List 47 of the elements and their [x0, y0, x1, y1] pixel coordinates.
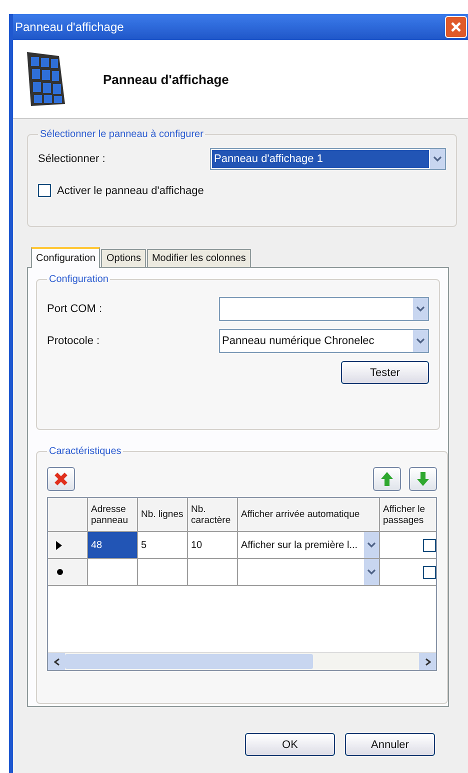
table-cell: [188, 559, 238, 586]
column-header[interactable]: Afficher le passages: [380, 498, 436, 532]
dialog-button[interactable]: Annuler: [345, 733, 435, 756]
tab[interactable]: Modifier les colonnes: [146, 249, 251, 267]
select-label: Sélectionner :: [38, 153, 106, 165]
row-header-cell[interactable]: [48, 532, 88, 559]
cell-dropdown[interactable]: Afficher sur la première l...: [238, 532, 380, 559]
cell-dropdown[interactable]: [238, 559, 380, 586]
port-dropdown[interactable]: [219, 297, 429, 321]
column-header[interactable]: Afficher arrivée automatique: [238, 498, 380, 532]
cell-checkbox[interactable]: [423, 538, 436, 552]
panel-dropdown[interactable]: Panneau d'affichage 1: [210, 148, 446, 170]
tab[interactable]: Configuration: [31, 247, 100, 268]
delete-button[interactable]: [47, 467, 75, 491]
group-legend: Sélectionner le panneau à configurer: [38, 129, 206, 140]
header-title: Panneau d'affichage: [103, 72, 229, 86]
delete-icon: [53, 471, 69, 487]
up-arrow-icon: [380, 471, 394, 487]
activate-checkbox[interactable]: [38, 184, 51, 197]
row-header-cell[interactable]: [48, 559, 88, 586]
test-button[interactable]: Tester: [341, 361, 429, 384]
current-row-icon: [56, 540, 62, 550]
table-cell: [138, 559, 188, 586]
column-header[interactable]: Nb. lignes: [138, 498, 188, 532]
close-icon: [450, 21, 462, 33]
new-row-icon: [56, 568, 64, 576]
checkbox-label: Activer le panneau d'affichage: [57, 184, 204, 196]
protocol-dropdown[interactable]: Panneau numérique Chronelec: [219, 329, 429, 353]
table-cell: 5: [138, 532, 188, 559]
scroll-right-icon[interactable]: [424, 658, 430, 666]
column-header[interactable]: Nb. caractère: [188, 498, 238, 532]
port-label: Port COM :: [47, 303, 104, 315]
horizontal-scrollbar[interactable]: [48, 652, 436, 670]
group-legend: Caractéristiques: [47, 446, 124, 457]
tab[interactable]: Options: [101, 249, 146, 267]
move-down-button[interactable]: [409, 467, 437, 491]
cell-checkbox[interactable]: [423, 566, 436, 578]
down-arrow-icon: [416, 471, 430, 487]
move-up-button[interactable]: [373, 467, 401, 491]
table-cell: 48: [88, 532, 138, 559]
dialog-button[interactable]: OK: [245, 733, 335, 756]
window-title: Panneau d'affichage: [14, 20, 125, 34]
protocol-label: Protocole :: [47, 335, 101, 347]
table-cell: 10: [188, 532, 238, 559]
group-legend: Configuration: [47, 274, 110, 285]
close-button[interactable]: [445, 16, 467, 38]
scroll-left-icon[interactable]: [54, 658, 60, 666]
